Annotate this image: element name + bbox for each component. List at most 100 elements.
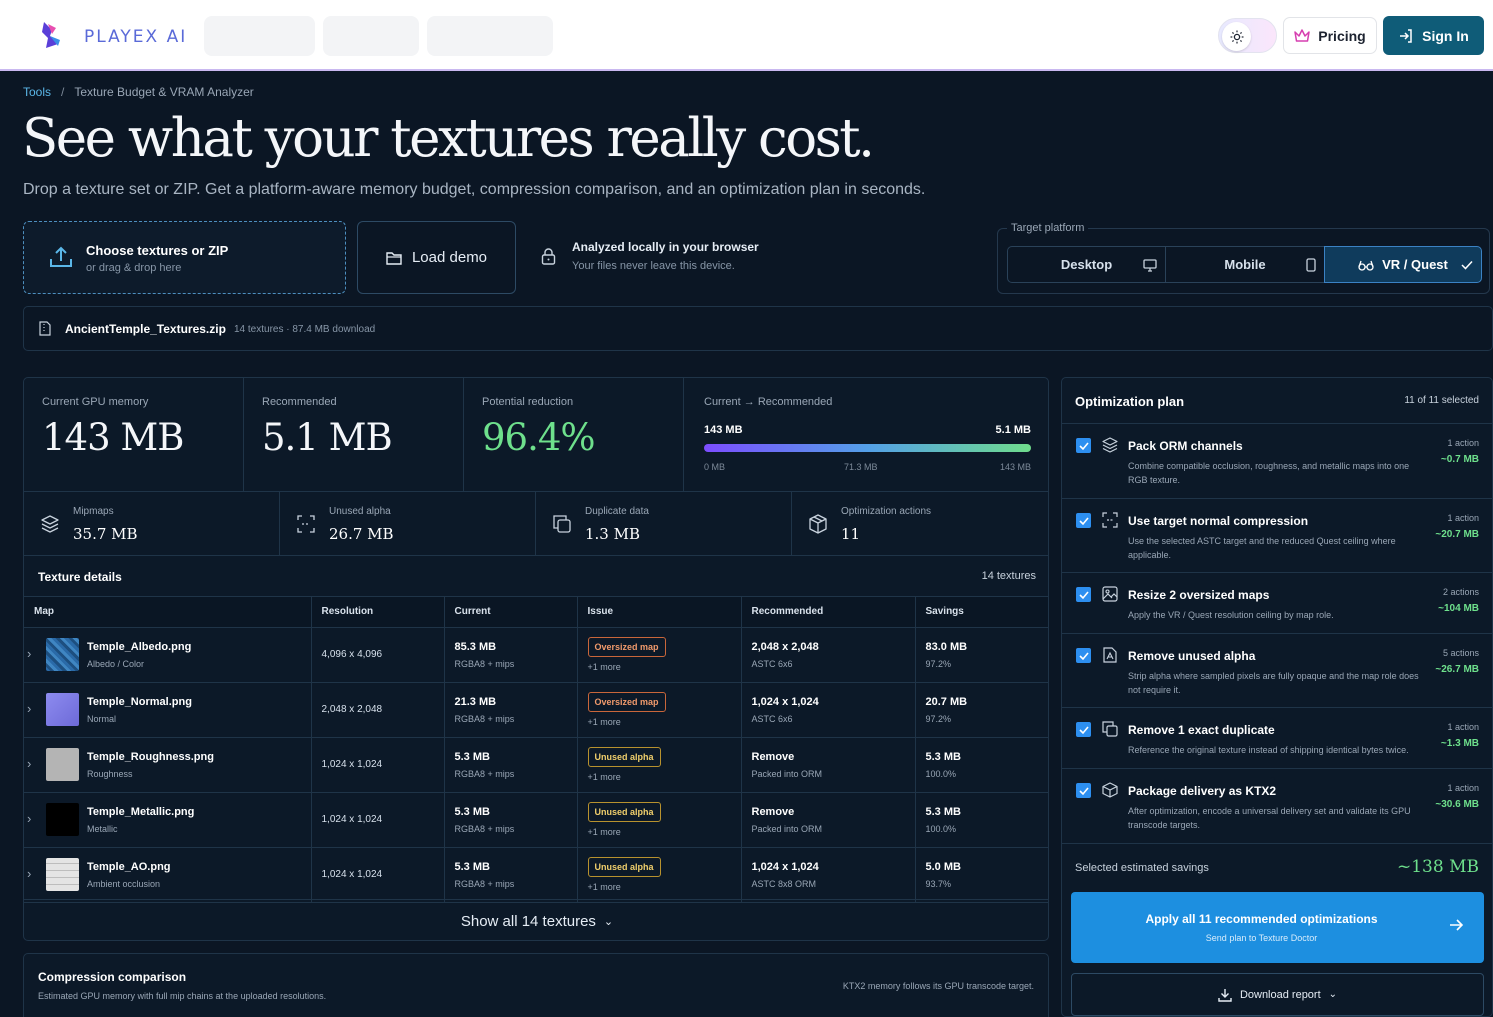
upload-hint: or drag & drop here	[86, 262, 182, 274]
brand-name[interactable]: PLAYEX AI	[84, 27, 187, 47]
texture-name: Temple_Metallic.png	[87, 805, 195, 818]
plan-item-saving: ~26.7 MB	[1435, 664, 1479, 675]
recommended-value: 1,024 x 1,024	[751, 860, 819, 873]
nav-placeholder[interactable]	[323, 16, 419, 56]
page-title: See what your textures really cost.	[22, 108, 875, 169]
issue-cell: Unused alpha +1 more	[577, 792, 742, 848]
arrow-right-icon: →	[743, 396, 755, 408]
substat-value: 1.3 MB	[585, 525, 641, 543]
upload-dropzone[interactable]: Choose textures or ZIP or drag & drop he…	[23, 221, 346, 294]
breadcrumb: Tools / Texture Budget & VRAM Analyzer	[23, 85, 254, 99]
plan-item-title: Resize 2 oversized maps	[1128, 588, 1270, 602]
plan-item-checkbox[interactable]	[1076, 722, 1091, 737]
logo-icon[interactable]	[38, 20, 64, 50]
load-demo-button[interactable]: Load demo	[357, 221, 516, 294]
plan-item[interactable]: Remove unused alpha Strip alpha where sam…	[1062, 634, 1492, 708]
table-row[interactable]: › Temple_AO.png Ambient occlusion 1,024 x 1…	[24, 847, 1048, 903]
lock-icon	[541, 248, 556, 265]
column-header[interactable]: Savings	[915, 597, 1048, 628]
table-row[interactable]: › Temple_Albedo.png Albedo / Color 4,096 x …	[24, 627, 1048, 683]
chevron-right-icon[interactable]: ›	[27, 646, 31, 661]
texture-role: Normal	[87, 713, 117, 724]
plan-item[interactable]: Resize 2 oversized maps Apply the VR / Qu…	[1062, 573, 1492, 634]
plan-item-actions: 1 action	[1447, 722, 1479, 732]
plan-item-checkbox[interactable]	[1076, 783, 1091, 798]
plan-item[interactable]: Pack ORM channels Combine compatible occl…	[1062, 424, 1492, 499]
substat-label: Mipmaps	[73, 506, 114, 517]
saving-value: 5.3 MB	[925, 750, 961, 763]
optimization-plan-header: Optimization plan 11 of 11 selected	[1062, 378, 1492, 424]
savings-label: Selected estimated savings	[1075, 862, 1209, 874]
texture-role: Ambient occlusion	[87, 878, 161, 889]
more-issues[interactable]: +1 more	[588, 662, 741, 672]
nav-placeholder[interactable]	[204, 16, 315, 56]
more-issues[interactable]: +1 more	[588, 827, 741, 837]
column-header[interactable]: Current	[444, 597, 578, 628]
plan-item-checkbox[interactable]	[1076, 513, 1091, 528]
plan-item-actions: 1 action	[1447, 438, 1479, 448]
chevron-right-icon[interactable]: ›	[27, 756, 31, 771]
plan-item[interactable]: Use target normal compression Use the sel…	[1062, 499, 1492, 573]
breadcrumb-tools-link[interactable]: Tools	[23, 85, 51, 99]
plan-item-saving: ~30.6 MB	[1435, 799, 1479, 810]
copy-icon	[1102, 721, 1118, 737]
chevron-right-icon[interactable]: ›	[27, 866, 31, 881]
plan-item[interactable]: Package delivery as KTX2 After optimizati…	[1062, 769, 1492, 844]
show-all-textures-button[interactable]: Show all 14 textures ⌄	[24, 899, 1048, 940]
table-row[interactable]: › Temple_Normal.png Normal 2,048 x 2,048 21.…	[24, 682, 1048, 738]
platform-label: VR / Quest	[1382, 257, 1448, 272]
resolution-cell: 1,024 x 1,024	[311, 847, 445, 903]
check-icon	[1461, 260, 1473, 270]
resolution-cell: 1,024 x 1,024	[311, 792, 445, 848]
platform-desktop-button[interactable]: Desktop	[1007, 246, 1166, 283]
issue-badge[interactable]: Unused alpha	[587, 802, 661, 822]
pricing-label: Pricing	[1318, 27, 1366, 44]
plan-item-description: After optimization, encode a universal d…	[1128, 806, 1411, 830]
more-issues[interactable]: +1 more	[588, 717, 741, 727]
file-meta: 14 textures · 87.4 MB download	[234, 324, 376, 335]
substat-label: Unused alpha	[329, 506, 391, 517]
column-header[interactable]: Map	[24, 597, 312, 628]
local-sub: Your files never leave this device.	[572, 260, 735, 272]
table-row[interactable]: › Temple_Metallic.png Metallic 1,024 x 1,02…	[24, 792, 1048, 848]
recommended-cell: 1,024 x 1,024 ASTC 6x6	[741, 682, 916, 738]
stat-recommended: Recommended 5.1 MB	[244, 378, 464, 491]
sign-in-button[interactable]: Sign In	[1383, 16, 1484, 55]
savings-cell: 83.0 MB 97.2%	[915, 627, 1048, 683]
texture-thumbnail	[46, 802, 79, 836]
theme-toggle[interactable]	[1218, 18, 1277, 53]
issue-badge[interactable]: Unused alpha	[587, 747, 661, 767]
apply-optimizations-button[interactable]: Apply all 11 recommended optimizations S…	[1071, 892, 1484, 963]
issue-badge[interactable]: Oversized map	[587, 637, 666, 657]
table-row[interactable]: › Temple_Roughness.png Roughness 1,024 x 1,…	[24, 737, 1048, 793]
download-report-button[interactable]: Download report ⌄	[1071, 973, 1484, 1016]
more-issues[interactable]: +1 more	[588, 772, 741, 782]
file-name: AncientTemple_Textures.zip	[65, 322, 226, 336]
plan-item-checkbox[interactable]	[1076, 648, 1091, 663]
nav-placeholder[interactable]	[427, 16, 553, 56]
phone-icon	[1306, 258, 1316, 272]
recommended-value: Remove	[751, 805, 795, 818]
platform-vr-quest-button[interactable]: VR / Quest	[1324, 246, 1482, 283]
substat-value: 35.7 MB	[73, 525, 138, 543]
selected-savings: Selected estimated savings ~138 MB	[1062, 844, 1492, 890]
issue-badge[interactable]: Oversized map	[587, 692, 666, 712]
column-header[interactable]: Resolution	[311, 597, 445, 628]
column-header[interactable]: Issue	[577, 597, 742, 628]
image-resize-icon	[1102, 586, 1118, 602]
bar-label-to: Recommended	[757, 396, 833, 408]
plan-item-checkbox[interactable]	[1076, 587, 1091, 602]
texture-thumbnail	[46, 747, 79, 781]
issue-badge[interactable]: Unused alpha	[587, 857, 661, 877]
plan-item[interactable]: Remove 1 exact duplicate Reference the or…	[1062, 708, 1492, 769]
texture-thumbnail	[46, 692, 79, 726]
plan-item-checkbox[interactable]	[1076, 438, 1091, 453]
chevron-right-icon[interactable]: ›	[27, 701, 31, 716]
pricing-button[interactable]: Pricing	[1283, 17, 1377, 54]
platform-mobile-button[interactable]: Mobile	[1165, 246, 1325, 283]
issue-cell: Oversized map +1 more	[577, 627, 742, 683]
chevron-right-icon[interactable]: ›	[27, 811, 31, 826]
column-header[interactable]: Recommended	[741, 597, 916, 628]
more-issues[interactable]: +1 more	[588, 882, 741, 892]
map-cell: › Temple_Metallic.png Metallic	[24, 792, 312, 848]
